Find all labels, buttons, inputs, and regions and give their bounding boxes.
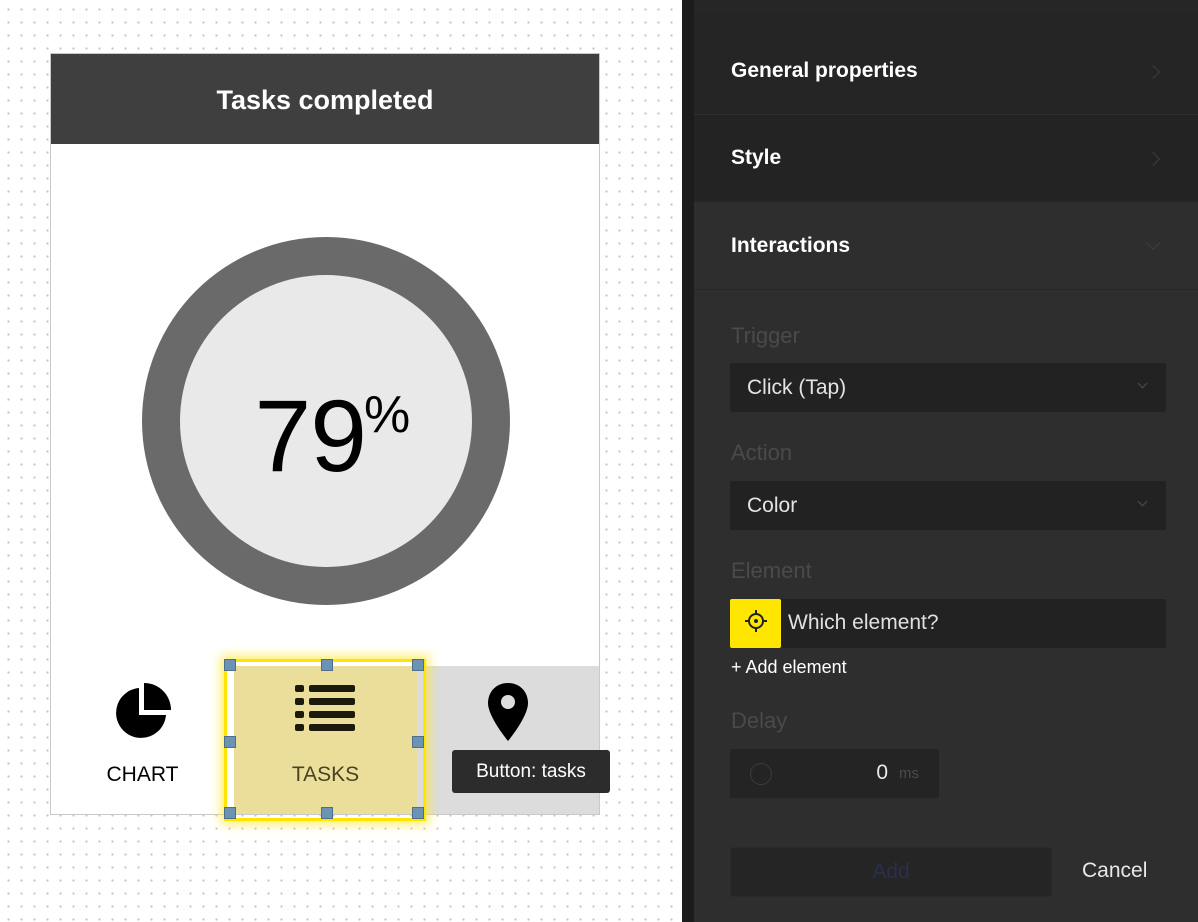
section-style[interactable]: Style bbox=[694, 114, 1198, 201]
cancel-button[interactable]: Cancel bbox=[1082, 859, 1147, 883]
delay-value: 0 bbox=[876, 761, 888, 784]
properties-panel: General properties Style Interactions Tr… bbox=[682, 0, 1198, 922]
pie-chart-icon bbox=[113, 681, 173, 746]
target-picker-button[interactable] bbox=[730, 599, 781, 648]
chevron-down-icon bbox=[1145, 235, 1161, 251]
screen-title: Tasks completed bbox=[216, 84, 434, 115]
tab-chart[interactable]: CHART bbox=[51, 666, 234, 814]
delay-unit: ms bbox=[899, 765, 919, 782]
add-button[interactable]: Add bbox=[730, 847, 1052, 897]
resize-handle-e[interactable] bbox=[412, 736, 424, 748]
progress-value: 79 bbox=[254, 379, 367, 493]
section-title: Interactions bbox=[731, 233, 851, 257]
clock-icon bbox=[750, 763, 772, 785]
section-interactions[interactable]: Interactions bbox=[694, 202, 1198, 289]
trigger-label: Trigger bbox=[731, 323, 800, 348]
progress-donut-center: 79 % bbox=[180, 275, 472, 567]
element-tooltip: Button: tasks bbox=[452, 750, 610, 793]
map-pin-icon bbox=[486, 681, 530, 748]
chevron-right-icon bbox=[1145, 64, 1161, 80]
crosshair-icon bbox=[744, 609, 768, 638]
action-value: Color bbox=[747, 493, 798, 517]
tab-label: CHART bbox=[106, 763, 179, 786]
chevron-down-icon bbox=[1137, 496, 1148, 507]
element-picker-field[interactable]: Which element? bbox=[730, 599, 1166, 648]
progress-unit: % bbox=[364, 386, 411, 444]
resize-handle-s[interactable] bbox=[321, 807, 333, 819]
section-title: Style bbox=[731, 146, 782, 169]
interactions-form: Trigger Click (Tap) Action Color Element bbox=[694, 290, 1198, 922]
add-element-link[interactable]: + Add element bbox=[731, 657, 847, 678]
resize-handle-w[interactable] bbox=[224, 736, 236, 748]
chevron-right-icon bbox=[1145, 151, 1161, 167]
delay-label: Delay bbox=[731, 708, 788, 733]
element-placeholder: Which element? bbox=[788, 611, 939, 634]
resize-handle-n[interactable] bbox=[321, 659, 333, 671]
add-button-label: Add bbox=[872, 860, 910, 883]
tooltip-text: Button: tasks bbox=[476, 760, 586, 782]
panel-divider bbox=[682, 0, 694, 922]
element-label: Element bbox=[731, 558, 812, 583]
design-canvas[interactable]: Tasks completed 79 % CHART TASKS Button:… bbox=[0, 0, 682, 922]
resize-handle-sw[interactable] bbox=[224, 807, 236, 819]
progress-donut[interactable]: 79 % bbox=[142, 237, 510, 605]
resize-handle-se[interactable] bbox=[412, 807, 424, 819]
action-select[interactable]: Color bbox=[730, 481, 1166, 530]
section-title: General properties bbox=[731, 59, 918, 82]
action-label: Action bbox=[731, 440, 793, 465]
section-general-properties[interactable]: General properties bbox=[694, 12, 1198, 130]
resize-handle-ne[interactable] bbox=[412, 659, 424, 671]
delay-input[interactable]: 0 ms bbox=[730, 749, 939, 798]
screen-header: Tasks completed bbox=[51, 54, 599, 144]
resize-handle-nw[interactable] bbox=[224, 659, 236, 671]
trigger-value: Click (Tap) bbox=[747, 375, 847, 399]
selection-frame[interactable] bbox=[224, 659, 426, 821]
chevron-down-icon bbox=[1137, 378, 1148, 389]
trigger-select[interactable]: Click (Tap) bbox=[730, 363, 1166, 412]
